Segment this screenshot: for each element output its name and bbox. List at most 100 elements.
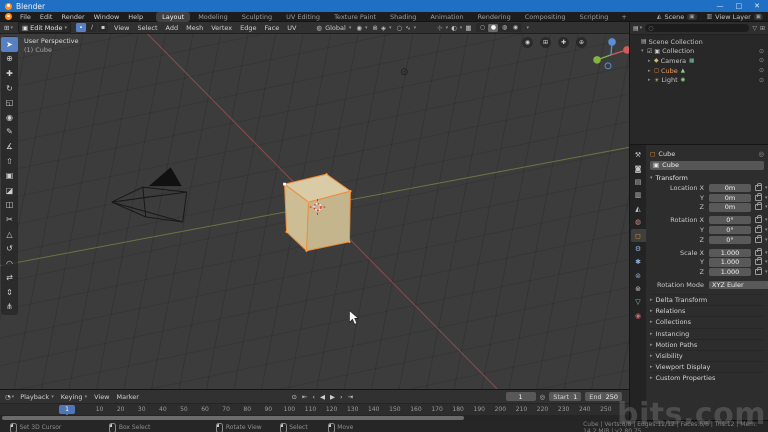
lock-icon[interactable] [755, 257, 762, 266]
collapsed-panel-header[interactable]: ▸ Collections [650, 316, 764, 327]
menu-item[interactable]: Help [127, 13, 144, 21]
transform-value-field[interactable]: 0m [709, 193, 751, 202]
jump-to-end-button[interactable]: ⇥ [347, 393, 354, 401]
tool-tab[interactable]: ⚒ [631, 149, 646, 161]
camera-view-button[interactable]: ◉ [522, 37, 533, 48]
bevel-tool[interactable]: ◪ [1, 183, 18, 198]
collapsed-panel-header[interactable]: ▸ Relations [650, 305, 764, 316]
next-keyframe-button[interactable]: › [339, 393, 344, 401]
cursor-tool[interactable]: ⊕ [1, 52, 18, 67]
transform-value-field[interactable]: 0° [709, 225, 751, 235]
menu-item[interactable]: File [19, 13, 32, 21]
lock-icon[interactable] [755, 234, 762, 243]
gizmo-z-axis[interactable] [608, 38, 616, 46]
new-scene-button[interactable]: ▣ [687, 13, 697, 20]
object-name-field[interactable]: ▣ Cube [650, 160, 764, 170]
animate-dot-icon[interactable]: ▾ [765, 204, 768, 210]
timeline-scrollbar[interactable] [2, 416, 464, 420]
light-object[interactable] [400, 68, 408, 76]
collapsed-panel-header[interactable]: ▸ Delta Transform [650, 293, 764, 305]
rotate-tool[interactable]: ↻ [1, 81, 18, 96]
move-tool[interactable]: ✚ [1, 66, 18, 81]
material-tab[interactable]: ◉ [631, 310, 646, 322]
workspace-tab[interactable]: Animation [424, 12, 469, 22]
transform-value-field[interactable]: 0° [709, 216, 751, 225]
camera-object[interactable] [111, 167, 188, 223]
lock-icon[interactable] [755, 215, 762, 224]
scale-tool[interactable]: ◱ [1, 95, 18, 110]
lock-icon[interactable] [755, 202, 762, 211]
collapsed-panel-header[interactable]: ▸ Custom Properties [650, 372, 764, 383]
previous-keyframe-button[interactable]: ‹ [311, 393, 316, 401]
filter-icon[interactable]: ▽ [752, 25, 757, 32]
pivot-point-dropdown[interactable]: ◉ ▾ [356, 24, 367, 32]
app-menu-icon[interactable] [5, 13, 12, 20]
outliner-item-label[interactable]: Scene Collection [649, 38, 703, 46]
minimize-button[interactable]: — [717, 2, 724, 10]
mode-dropdown[interactable]: ▣ Edit Mode ▾ [17, 22, 72, 33]
view-layer-tab[interactable]: ▥ [631, 189, 646, 201]
collapsed-panel-header[interactable]: ▸ Motion Paths [650, 338, 764, 350]
snap-target-icon[interactable]: ◈ [381, 24, 386, 32]
workspace-tab[interactable]: Scripting [574, 12, 615, 22]
data-tab[interactable]: ▽ [631, 296, 646, 308]
navigation-gizmo[interactable] [593, 38, 629, 70]
timeline-editor-type-button[interactable]: ◔ ▾ [5, 393, 14, 401]
lock-icon[interactable] [755, 247, 762, 256]
workspace-tab[interactable]: Sculpting [236, 12, 278, 22]
collection-checkbox[interactable]: ☑ [647, 48, 652, 55]
frame-start-field[interactable]: Start 1 [549, 392, 582, 401]
outliner-item-label[interactable]: Camera [661, 57, 687, 65]
vertex-select-mode[interactable]: ∙ [76, 23, 87, 32]
timeline-menu-item[interactable]: View [94, 393, 109, 401]
world-tab[interactable]: ◍ [631, 216, 646, 228]
eye-visibility-icon[interactable]: ⊙ [759, 57, 764, 64]
outliner-row[interactable]: ▸ ◆ Camera ▦ ⊙ [630, 56, 768, 66]
new-view-layer-button[interactable]: ▣ [753, 13, 763, 20]
outliner-item-label[interactable]: Light [661, 76, 677, 84]
material-shading[interactable]: ◍ [499, 24, 509, 32]
wireframe-shading[interactable]: ○ [477, 24, 487, 32]
proportional-editing-icon[interactable]: ○ [397, 24, 403, 32]
eye-visibility-icon[interactable]: ⊙ [759, 77, 764, 84]
rendered-shading[interactable]: ◉ [510, 24, 520, 32]
rotation-mode-dropdown[interactable]: XYZ Euler ▾ [709, 280, 768, 290]
menu-item[interactable]: Window [93, 13, 121, 21]
lock-icon[interactable] [755, 267, 762, 276]
workspace-tab[interactable]: Modeling [192, 12, 234, 22]
workspace-tab[interactable]: Rendering [472, 12, 517, 22]
outliner-item-label[interactable]: Collection [662, 47, 694, 55]
menu-item[interactable]: Edit [39, 13, 54, 21]
outliner-search-input[interactable]: ○ [645, 24, 750, 32]
transform-orientation-dropdown[interactable]: ◍ Global ▾ [316, 24, 351, 32]
annotate-tool[interactable]: ✎ [1, 125, 18, 140]
transform-value-field[interactable]: 1.000 [709, 248, 751, 257]
lock-icon[interactable] [755, 192, 762, 201]
knife-tool[interactable]: ✂ [1, 212, 18, 227]
animate-dot-icon[interactable]: ▾ [765, 217, 768, 223]
animate-dot-icon[interactable]: ▾ [765, 250, 768, 256]
current-frame-indicator[interactable]: 1 [59, 405, 75, 414]
scene-tab[interactable]: ◭ [631, 203, 646, 215]
viewport-menu-item[interactable]: Edge [239, 24, 257, 32]
outliner-row[interactable]: ▾ ☑ ▣ Collection ⊙ [630, 47, 768, 57]
snap-magnet-icon[interactable]: ⋒ [373, 24, 378, 32]
face-select-mode[interactable]: ▪ [98, 23, 109, 32]
collapsed-panel-header[interactable]: ▸ Visibility [650, 349, 764, 361]
smooth-tool[interactable]: ◠ [1, 256, 18, 271]
close-button[interactable]: ✕ [754, 2, 760, 10]
physics-tab[interactable]: ⊚ [631, 270, 646, 282]
outliner-row[interactable]: ▸ ☀ Light ◉ ⊙ [630, 75, 768, 85]
output-tab[interactable]: ▤ [631, 176, 646, 188]
loop-cut-tool[interactable]: ◫ [1, 198, 18, 213]
measure-tool[interactable]: ∡ [1, 139, 18, 154]
workspace-tab[interactable]: UV Editing [280, 12, 326, 22]
play-button[interactable]: ▶ [329, 393, 336, 401]
viewport-menu-item[interactable]: Add [165, 24, 180, 32]
animate-dot-icon[interactable]: ▾ [765, 269, 768, 275]
gizmo-neg-z-axis[interactable] [604, 62, 612, 70]
collapsed-panel-header[interactable]: ▸ Viewport Display [650, 361, 764, 372]
transform-value-field[interactable]: 0m [709, 183, 751, 192]
3d-viewport[interactable]: ➤ ⊕ ✚ ↻ ◱ ◉ ✎ ∡ ⇧ ▣ ◪ ◫ ✂ △ ↺ ◠ ⇄ ⇕ ⋔ Us… [0, 34, 629, 389]
menu-item[interactable]: Render [60, 13, 85, 21]
